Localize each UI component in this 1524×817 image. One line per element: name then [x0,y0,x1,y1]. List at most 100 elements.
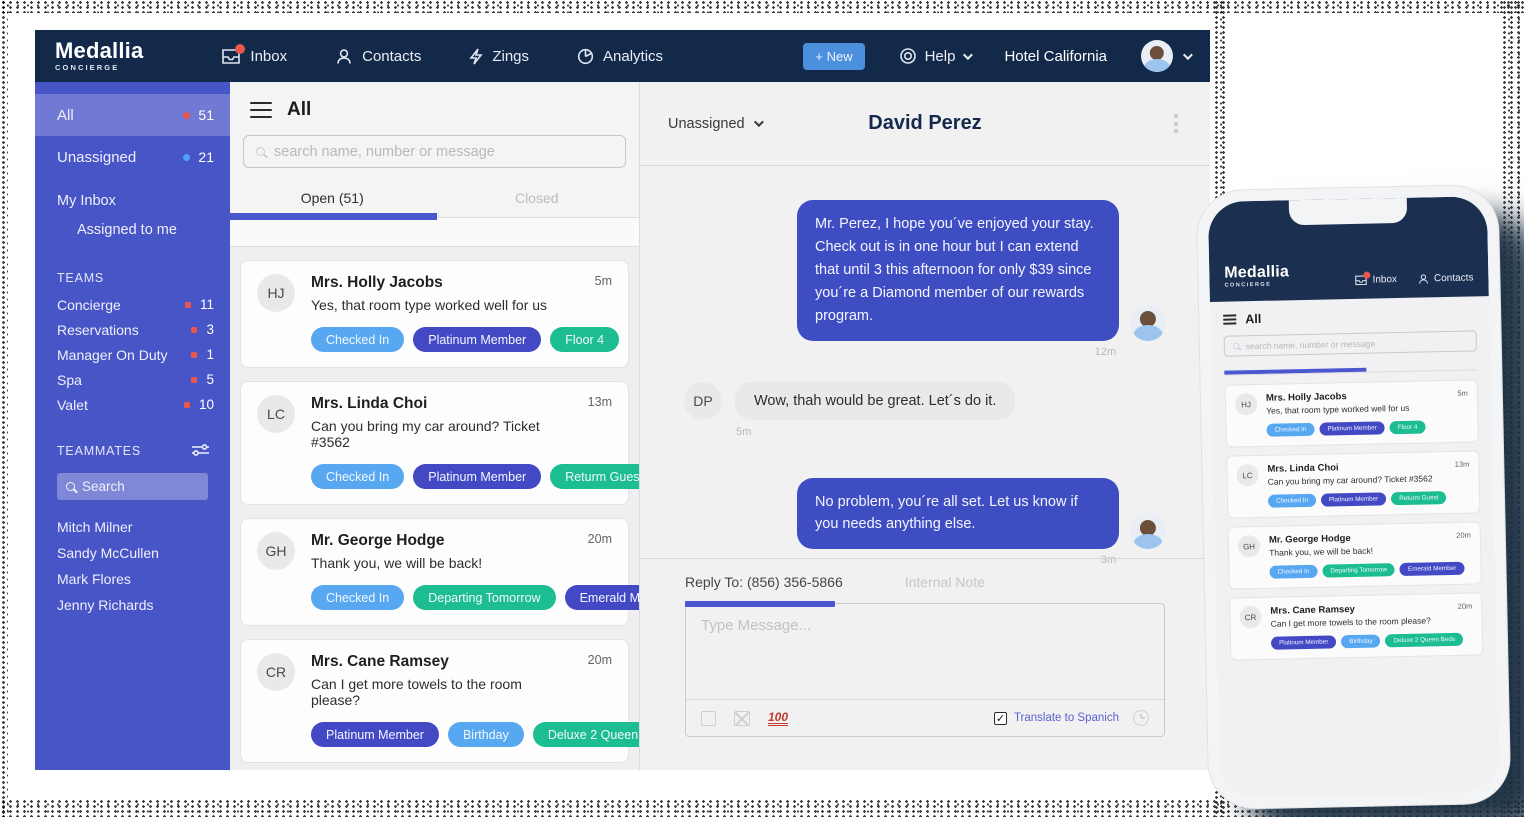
phone-nav-inbox-label: Inbox [1372,274,1397,286]
timestamp: 13m [588,395,612,409]
chevron-down-icon [963,50,973,60]
sidebar-item-my-inbox[interactable]: My Inbox [35,186,230,216]
nav-zings-label: Zings [492,48,529,65]
sidebar: All 51 Unassigned 21 My Inbox Assigned t… [35,82,230,770]
contact-name: Mrs. Holly Jacobs [311,274,579,292]
conversation-search-input[interactable]: search name, number or message [243,135,626,168]
red-square-dot-icon [191,327,197,333]
nav-contacts[interactable]: Contacts [335,48,421,65]
torn-edge-left [0,0,8,817]
brand-name: Medallia [55,40,143,62]
message-bubble: Mr. Perez, I hope you´ve enjoyed your st… [797,200,1119,341]
teammate-jenny-richards[interactable]: Jenny Richards [35,592,230,618]
sidebar-team-spa[interactable]: Spa 5 [35,367,230,392]
phone-medallia-logo: Medallia CONCIERGE [1224,264,1289,289]
teammate-sandy-mccullen[interactable]: Sandy McCullen [35,540,230,566]
message-bubble: Wow, thah would be great. Let´s do it. [735,382,1015,420]
tag-pill: Platinum Member [1319,421,1385,435]
team-count: 5 [206,372,214,387]
new-button[interactable]: + New [803,43,864,70]
sidebar-item-assigned-to-me[interactable]: Assigned to me [35,216,230,244]
help-menu[interactable]: Help [899,47,971,65]
assignee-dropdown[interactable]: Unassigned [668,116,761,132]
teammates-search-input[interactable]: Search [57,473,208,500]
clock-icon[interactable] [1133,710,1149,726]
template-icon[interactable] [701,711,716,726]
conversation-card-linda-choi[interactable]: LC Mrs. Linda Choi Can you bring my car … [240,381,629,505]
red-dot-icon [183,112,190,119]
contacts-icon [335,48,353,65]
teammates-header-label: TEAMMATES [57,444,141,458]
outgoing-message: Mr. Perez, I hope you´ve enjoyed your st… [684,200,1166,341]
screenshot-canvas: Medallia CONCIERGE Inbox Contacts [0,0,1524,817]
avatar-initials: LC [257,395,295,433]
message-preview: Thank you, we will be back! [311,555,572,571]
phone-notch [1288,198,1406,225]
image-icon[interactable] [734,711,750,726]
help-label: Help [925,48,956,65]
tab-closed[interactable]: Closed [435,184,640,217]
translate-checkbox[interactable]: ✓ [994,712,1007,725]
phone-mockup: Medallia CONCIERGE Inbox [1197,185,1511,809]
phone-body: All search name, number or message HJ Mr… [1210,296,1499,798]
incoming-message: DP Wow, thah would be great. Let´s do it… [684,382,1166,420]
nav-zings[interactable]: Zings [469,48,529,65]
tag-pill: Birthday [448,722,524,747]
phone-search-placeholder: search name, number or message [1246,338,1376,351]
account-avatar [1141,40,1173,72]
tag-pill: Platinum Member [413,327,541,352]
active-tab-indicator [230,213,437,220]
sidebar-item-unassigned[interactable]: Unassigned 21 [35,136,230,178]
composer-toolbar-right: ✓ Translate to Spanich [994,710,1149,726]
medallia-logo: Medallia CONCIERGE [55,40,143,72]
conversation-card-cane-ramsey[interactable]: CR Mrs. Cane Ramsey Can I get more towel… [240,639,629,763]
message-input[interactable]: Type Message... [686,604,1164,699]
conversation-search-placeholder: search name, number or message [274,144,495,160]
tag-pill: Checked In [1268,494,1316,508]
red-square-dot-icon [191,352,197,358]
phone-card-holly-jacobs: HJ Mrs. Holly Jacobs Yes, that room type… [1225,379,1479,447]
avatar-initials: GH [257,532,295,570]
nav-inbox[interactable]: Inbox [221,48,287,65]
unread-badge [235,44,245,54]
sidebar-team-reservations[interactable]: Reservations 3 [35,317,230,342]
brand-subtitle: CONCIERGE [55,64,143,72]
hamburger-icon[interactable] [250,109,272,112]
nav-analytics-label: Analytics [603,48,663,65]
contact-name: Mr. George Hodge [311,532,572,550]
filter-sliders-icon[interactable] [191,443,210,460]
sidebar-team-manager-on-duty[interactable]: Manager On Duty 1 [35,342,230,367]
message-preview: Can I get more towels to the room please… [1271,615,1450,629]
sidebar-item-all[interactable]: All 51 [35,94,230,136]
avatar-initials: GH [1238,535,1260,557]
timestamp: 13m [1455,460,1470,469]
zings-icon [469,48,483,65]
avatar-initials: CR [257,653,295,691]
reply-tabs: Reply To: (856) 356-5866 Internal Note [685,574,1165,590]
active-reply-tab-indicator [685,601,835,607]
nav-inbox-label: Inbox [250,48,287,65]
search-icon [66,482,75,491]
account-menu[interactable] [1141,40,1190,72]
hundred-points-icon[interactable]: 100 [768,711,788,726]
timestamp: 20m [588,653,612,667]
nav-analytics[interactable]: Analytics [577,48,663,65]
tab-reply-to[interactable]: Reply To: (856) 356-5866 [685,574,843,590]
team-count: 10 [199,397,214,412]
assignee-label: Unassigned [668,116,745,132]
teammate-name: Sandy McCullen [57,545,159,561]
tab-internal-note[interactable]: Internal Note [905,574,985,590]
message-preview: Yes, that room type worked well for us [311,297,579,313]
phone-card-linda-choi: LC Mrs. Linda Choi Can you bring my car … [1226,450,1480,518]
sidebar-team-valet[interactable]: Valet 10 [35,392,230,417]
kebab-menu-icon[interactable] [1170,110,1182,137]
teammate-mitch-milner[interactable]: Mitch Milner [35,514,230,540]
teammate-mark-flores[interactable]: Mark Flores [35,566,230,592]
timestamp: 5m [595,274,612,288]
sidebar-team-concierge[interactable]: Concierge 11 [35,292,230,317]
message-thread: Mr. Perez, I hope you´ve enjoyed your st… [640,166,1210,558]
guest-avatar-initials: DP [684,382,722,420]
conversation-card-holly-jacobs[interactable]: HJ Mrs. Holly Jacobs Yes, that room type… [240,260,629,368]
conversation-card-george-hodge[interactable]: GH Mr. George Hodge Thank you, we will b… [240,518,629,626]
hamburger-icon [1223,318,1236,320]
